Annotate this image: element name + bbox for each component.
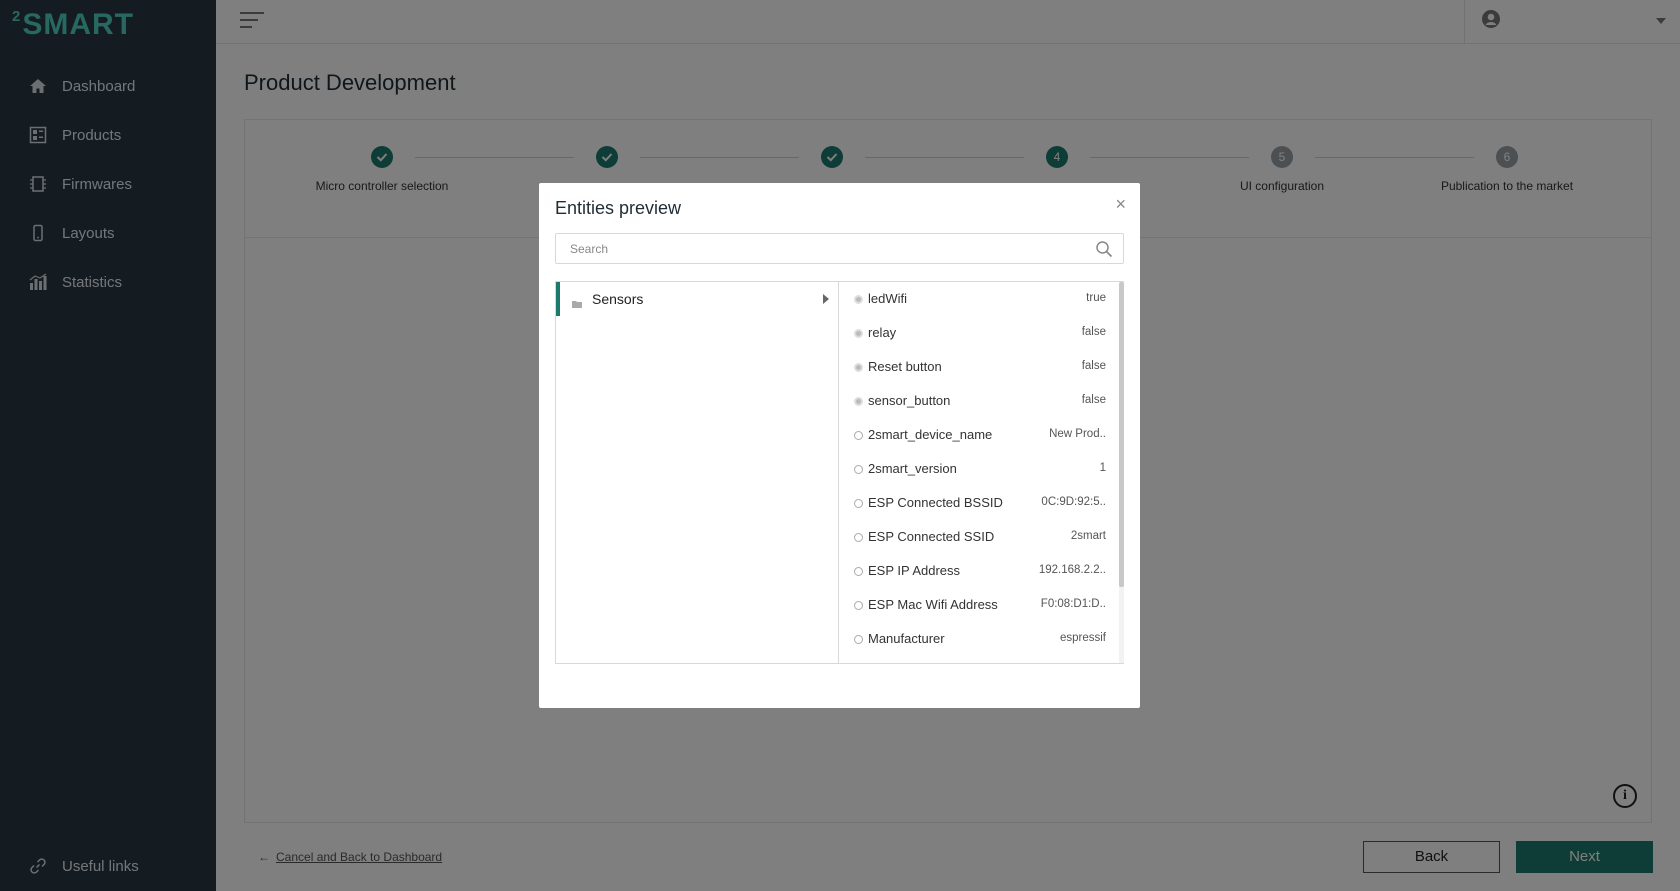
scrollbar-thumb[interactable] xyxy=(1119,282,1124,587)
entity-name: Manufacturer xyxy=(868,631,945,646)
entity-value: 0C:9D:92:5.. xyxy=(1041,496,1106,508)
entity-value: espressif xyxy=(1059,632,1106,644)
entity-name: 2smart_version xyxy=(868,461,957,476)
entity-value: New Prod.. xyxy=(1049,428,1106,440)
close-icon[interactable]: × xyxy=(1115,195,1126,213)
entity-value: 2smart xyxy=(1070,530,1106,542)
entity-row[interactable]: ESP IP Address 192.168.2.2.. xyxy=(840,554,1120,588)
entity-row[interactable]: sensor_button false xyxy=(840,384,1120,418)
group-list: Sensors xyxy=(556,282,839,663)
entity-name: Reset button xyxy=(868,359,942,374)
entity-value: 192.168.2.2.. xyxy=(1038,564,1106,576)
group-label: Sensors xyxy=(592,291,644,307)
entity-name: ledWifi xyxy=(868,291,908,306)
sensor-icon xyxy=(854,397,863,406)
entity-row[interactable]: ESP Connected BSSID 0C:9D:92:5.. xyxy=(840,486,1120,520)
entity-row[interactable]: ESP Mac Wifi Address F0:08:D1:D.. xyxy=(840,588,1120,622)
entity-name: ESP Connected SSID xyxy=(868,529,995,544)
entity-name: sensor_button xyxy=(868,393,951,408)
attribute-icon xyxy=(854,533,863,542)
sensor-icon xyxy=(854,295,863,304)
entity-list[interactable]: ledWifi true relay false Reset button fa… xyxy=(840,282,1124,663)
search-field xyxy=(555,233,1124,264)
entity-name: ESP Connected BSSID xyxy=(868,495,1003,510)
modal-title: Entities preview xyxy=(555,198,682,218)
entities-preview-modal: Entities preview × Sensors ledWifi true xyxy=(539,183,1140,708)
sensor-icon xyxy=(854,363,863,372)
folder-icon xyxy=(572,295,582,308)
attribute-icon xyxy=(854,567,863,576)
entity-row[interactable]: relay false xyxy=(840,316,1120,350)
entity-value: false xyxy=(1081,394,1106,406)
entity-value: 1 xyxy=(1099,462,1106,474)
caret-right-icon xyxy=(823,294,829,304)
attribute-icon xyxy=(854,635,863,644)
entity-row[interactable]: ledWifi true xyxy=(840,282,1120,316)
attribute-icon xyxy=(854,465,863,474)
entity-name: relay xyxy=(868,325,897,340)
entity-row[interactable]: Manufacturer espressif xyxy=(840,622,1120,656)
attribute-icon xyxy=(854,601,863,610)
entity-value: false xyxy=(1081,326,1106,338)
search-icon[interactable] xyxy=(1095,240,1113,258)
scrollbar[interactable] xyxy=(1119,282,1124,663)
search-input[interactable] xyxy=(556,234,1076,263)
sensor-icon xyxy=(854,329,863,338)
attribute-icon xyxy=(854,431,863,440)
entity-value: false xyxy=(1081,360,1106,372)
entity-name: ESP IP Address xyxy=(868,563,961,578)
entity-row[interactable]: 2smart_device_name New Prod.. xyxy=(840,418,1120,452)
entity-name: 2smart_device_name xyxy=(868,427,993,442)
entities-panel: Sensors ledWifi true relay false Reset b… xyxy=(555,281,1124,664)
entity-value: true xyxy=(1086,292,1106,304)
attribute-icon xyxy=(854,499,863,508)
entity-row[interactable]: Reset button false xyxy=(840,350,1120,384)
entity-name: ESP Mac Wifi Address xyxy=(868,597,998,612)
entity-value: F0:08:D1:D.. xyxy=(1040,598,1106,610)
group-item-sensors[interactable]: Sensors xyxy=(556,282,839,316)
entity-row[interactable]: ESP Connected SSID 2smart xyxy=(840,520,1120,554)
entity-row[interactable]: 2smart_version 1 xyxy=(840,452,1120,486)
